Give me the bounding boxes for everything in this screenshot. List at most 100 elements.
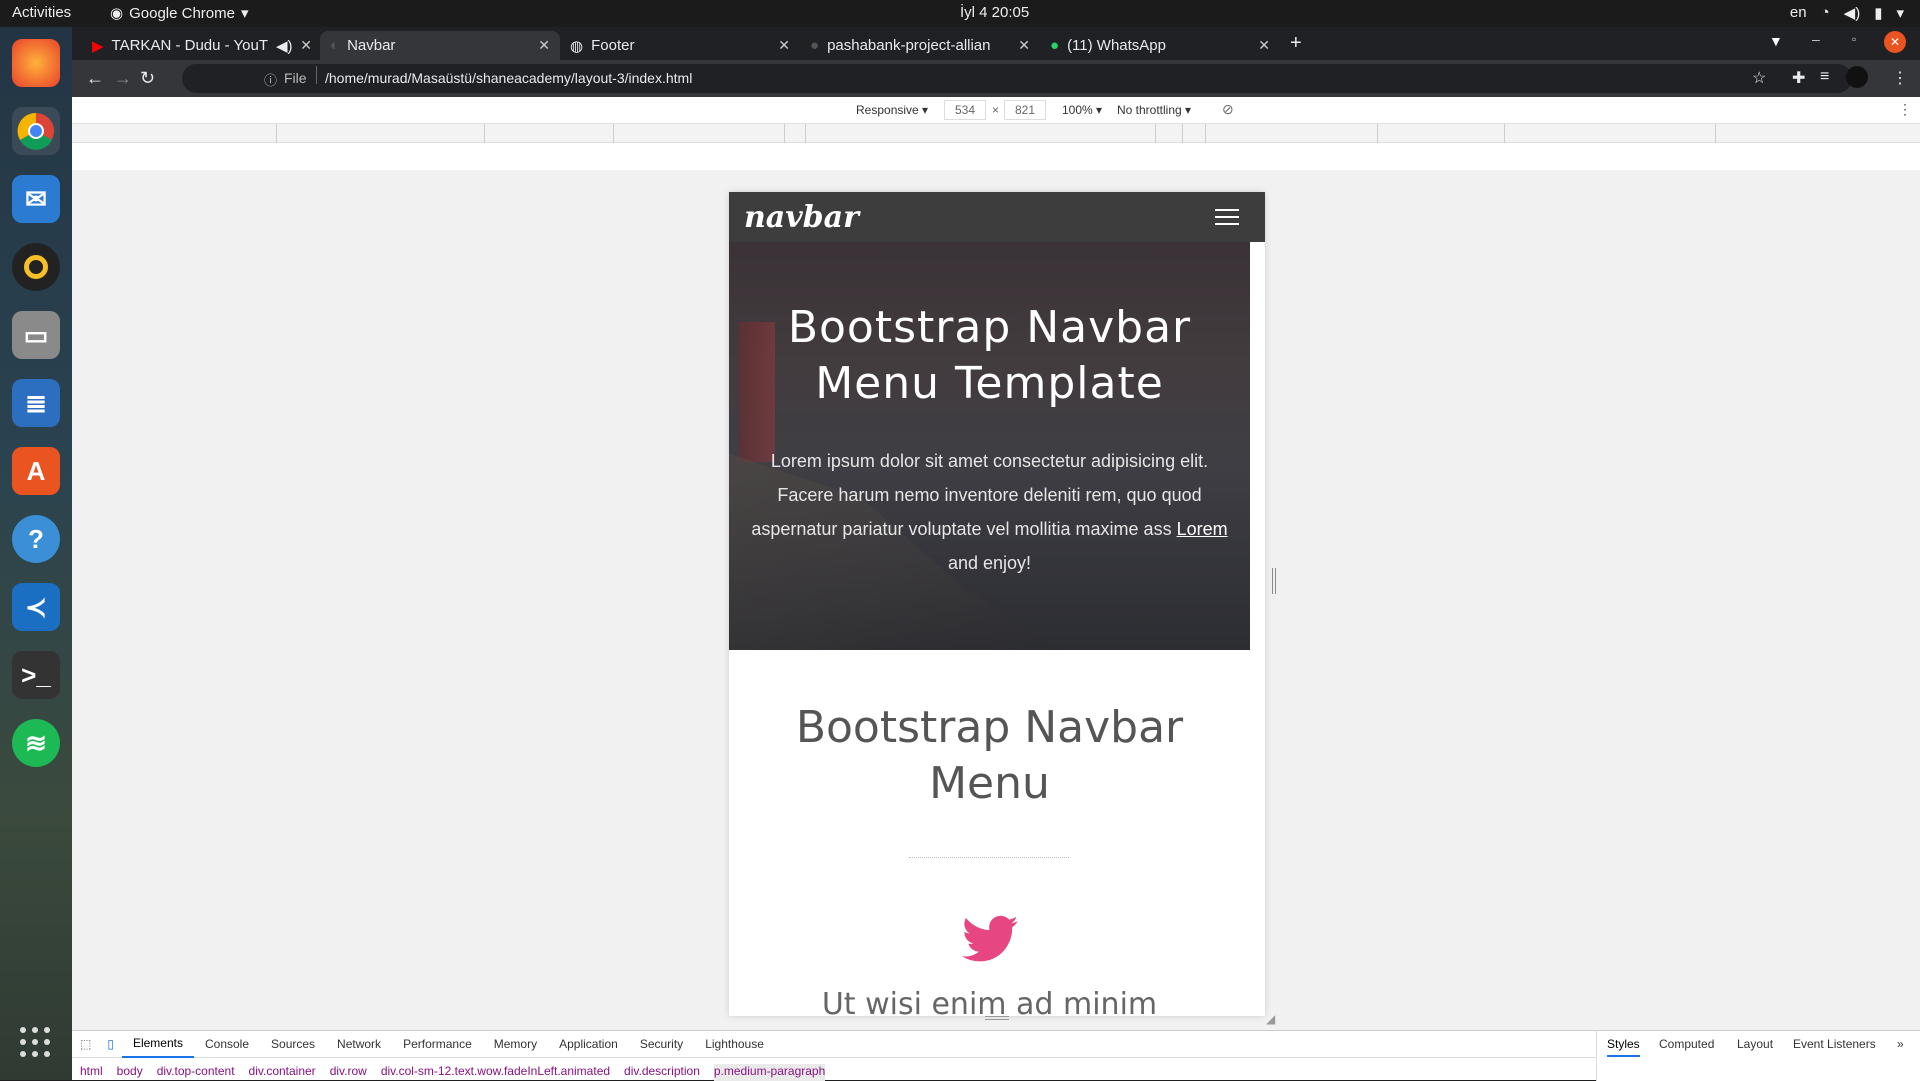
device-toggle-icon[interactable]: ▯ — [99, 1037, 122, 1051]
throttle-dropdown[interactable]: No throttling ▾ — [1117, 103, 1191, 117]
close-icon[interactable]: ✕ — [1018, 37, 1030, 54]
zoom-dropdown[interactable]: 100% ▾ — [1062, 103, 1102, 117]
language-indicator[interactable]: en — [1790, 4, 1807, 22]
emulated-page[interactable]: navbar Bootstrap Navbar Menu Template Lo… — [729, 192, 1265, 1016]
hero-text: Lorem ipsum dolor sit amet consectetur a… — [751, 451, 1209, 539]
tab-event-listeners[interactable]: Event Listeners — [1793, 1037, 1876, 1051]
mode-label: Responsive — [856, 103, 919, 117]
tab-youtube[interactable]: ▶ TARKAN - Dudu - YouT ◀) ✕ — [82, 31, 322, 60]
tab-computed[interactable]: Computed — [1659, 1037, 1714, 1051]
reload-icon[interactable]: ↻ — [140, 68, 155, 89]
tab-pashabank[interactable]: ● pashabank-project-allian ✕ — [800, 31, 1040, 60]
extensions-icon[interactable]: ✚ — [1792, 68, 1805, 88]
forward-icon[interactable]: → — [114, 68, 132, 89]
thunderbird-icon[interactable]: ✉ — [12, 175, 60, 223]
crumb-container[interactable]: div.container — [249, 1064, 316, 1081]
show-apps-icon[interactable] — [20, 1027, 52, 1059]
restore-icon[interactable]: ▫ — [1852, 32, 1856, 46]
crumb-medium-paragraph[interactable]: p.medium-paragraph — [713, 1064, 826, 1081]
navbar-brand[interactable]: navbar — [744, 200, 859, 235]
tab-label: TARKAN - Dudu - YouT — [111, 37, 268, 54]
tab-footer[interactable]: ◍ Footer ✕ — [560, 31, 800, 60]
tab-layout[interactable]: Layout — [1737, 1037, 1773, 1051]
battery-icon: ▮ — [1874, 5, 1883, 22]
crumb-description[interactable]: div.description — [624, 1064, 700, 1081]
device-toolbar: Responsive ▾ 534 × 821 100% ▾ No throttl… — [72, 97, 1920, 124]
chrome-dock-icon[interactable] — [12, 107, 60, 155]
tab-sources[interactable]: Sources — [260, 1037, 326, 1051]
tab-security[interactable]: Security — [629, 1037, 694, 1051]
menu-kebab-icon[interactable]: ⋮ — [1892, 68, 1908, 88]
close-window-icon[interactable]: ✕ — [1884, 31, 1906, 53]
hamburger-menu-icon[interactable] — [1215, 209, 1239, 230]
crumb-col[interactable]: div.col-sm-12.text.wow.fadeInLeft.animat… — [381, 1064, 610, 1081]
crumb-html[interactable]: html — [80, 1064, 103, 1081]
address-bar[interactable]: ⓘ File /home/murad/Masaüstü/shaneacademy… — [182, 64, 1852, 93]
whatsapp-icon: ● — [1050, 37, 1060, 54]
wifi-icon: ◔ — [1820, 4, 1830, 21]
navbar: navbar — [729, 192, 1265, 242]
devtools-panel: ⬚ ▯ Elements Console Sources Network Per… — [72, 1030, 1920, 1081]
vscode-icon[interactable]: ≺ — [12, 583, 60, 631]
resize-corner-icon[interactable]: ◢ — [1266, 1012, 1275, 1026]
new-tab-icon[interactable]: + — [1290, 32, 1302, 55]
system-tray[interactable]: en ◔ ◀) ▮ ▾ — [1790, 4, 1904, 22]
more-tabs-icon[interactable]: » — [1897, 1037, 1904, 1051]
tab-network[interactable]: Network — [326, 1037, 392, 1051]
tab-search-icon[interactable]: ▼ — [1769, 33, 1783, 49]
software-icon[interactable]: A — [12, 447, 60, 495]
close-icon[interactable]: ✕ — [1258, 37, 1270, 54]
media-query-bar[interactable] — [72, 124, 1920, 143]
close-icon[interactable]: ✕ — [778, 37, 790, 54]
tab-navbar[interactable]: ◐ Navbar ✕ — [320, 31, 560, 60]
tab-whatsapp[interactable]: ● (11) WhatsApp ✕ — [1040, 31, 1280, 60]
close-icon[interactable]: ✕ — [300, 37, 312, 54]
app-menu[interactable]: ◉ Google Chrome ▾ — [110, 4, 249, 23]
tab-elements[interactable]: Elements — [121, 1031, 194, 1058]
height-input[interactable]: 821 — [1004, 100, 1046, 120]
tab-lighthouse[interactable]: Lighthouse — [694, 1037, 775, 1051]
tab-console[interactable]: Console — [194, 1037, 260, 1051]
rhythmbox-icon[interactable] — [12, 243, 60, 291]
firefox-icon[interactable] — [12, 39, 60, 87]
tab-styles[interactable]: Styles — [1607, 1037, 1640, 1057]
resize-handle-bottom[interactable] — [985, 1016, 1009, 1020]
dock: ✉ ▭ ≣ A ? ≺ >_ ≋ — [0, 27, 72, 1080]
hero-section: Bootstrap Navbar Menu Template Lorem ips… — [729, 242, 1250, 650]
crumb-row[interactable]: div.row — [330, 1064, 367, 1081]
back-icon[interactable]: ← — [86, 68, 104, 89]
section-title: Bootstrap Navbar Menu — [795, 702, 1184, 809]
rotate-icon[interactable]: ⊘ — [1222, 101, 1234, 118]
inspect-icon[interactable]: ⬚ — [72, 1037, 99, 1051]
page-icon: ◐ — [330, 37, 340, 54]
media-control-icon[interactable]: ≡ — [1820, 68, 1829, 86]
minimize-icon[interactable]: – — [1812, 31, 1820, 47]
writer-icon[interactable]: ≣ — [12, 379, 60, 427]
info-icon: ⓘ — [264, 73, 278, 88]
device-menu-icon[interactable]: ⋮ — [1898, 101, 1912, 118]
youtube-icon: ▶ — [92, 37, 104, 55]
twitter-icon — [962, 915, 1018, 962]
tab-memory[interactable]: Memory — [483, 1037, 548, 1051]
tab-performance[interactable]: Performance — [392, 1037, 483, 1051]
file-label: File — [284, 70, 307, 86]
bookmark-star-icon[interactable]: ☆ — [1752, 68, 1766, 88]
responsive-dropdown[interactable]: Responsive ▾ — [856, 103, 928, 117]
terminal-icon[interactable]: >_ — [12, 651, 60, 699]
clock[interactable]: İyl 4 20:05 — [960, 4, 1029, 21]
crumb-body[interactable]: body — [117, 1064, 143, 1081]
close-icon[interactable]: ✕ — [538, 37, 550, 54]
hero-link[interactable]: Lorem — [1177, 519, 1228, 539]
avatar[interactable] — [1846, 66, 1868, 88]
width-input[interactable]: 534 — [944, 100, 986, 120]
url-text: /home/murad/Masaüstü/shaneacademy/layout… — [325, 70, 693, 86]
crumb-top-content[interactable]: div.top-content — [157, 1064, 235, 1081]
files-icon[interactable]: ▭ — [12, 311, 60, 359]
spotify-icon[interactable]: ≋ — [12, 719, 60, 767]
tab-application[interactable]: Application — [548, 1037, 629, 1051]
hero-title: Bootstrap Navbar Menu Template — [787, 302, 1192, 409]
activities-button[interactable]: Activities — [12, 4, 71, 21]
help-icon[interactable]: ? — [12, 515, 60, 563]
resize-handle-right[interactable] — [1272, 568, 1276, 594]
divider — [909, 857, 1069, 858]
